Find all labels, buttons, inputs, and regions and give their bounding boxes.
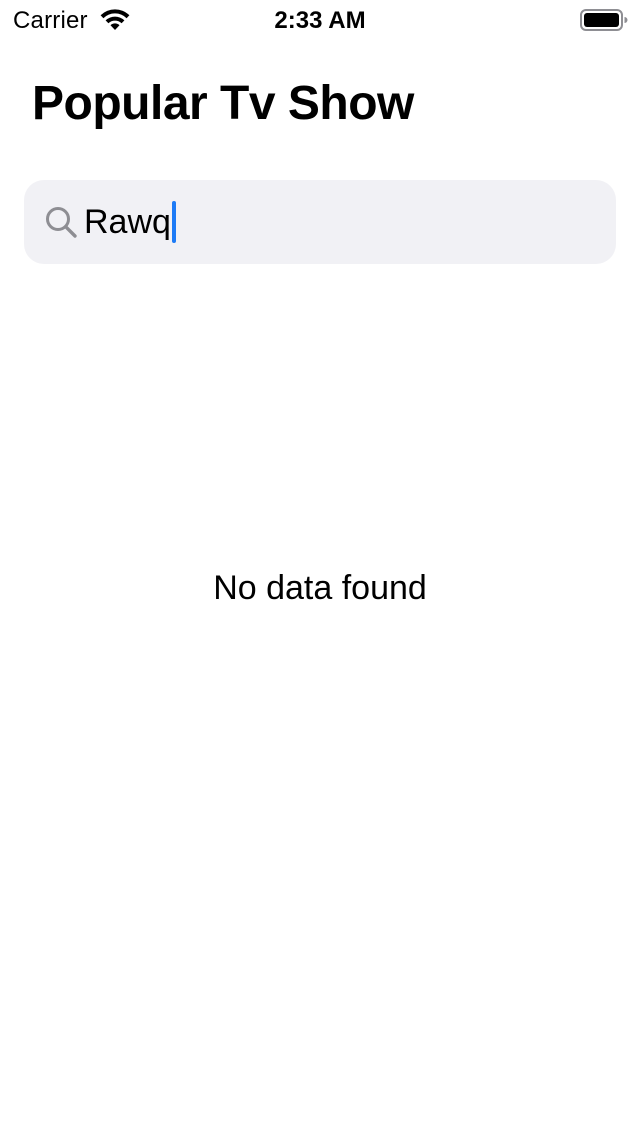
text-cursor xyxy=(171,201,176,243)
search-input-value: Rawq xyxy=(84,203,171,241)
battery-icon xyxy=(580,9,628,31)
search-bar[interactable]: Rawq xyxy=(24,180,616,264)
page-title: Popular Tv Show xyxy=(32,77,414,130)
status-time: 2:33 AM xyxy=(274,7,366,34)
search-input[interactable]: Rawq xyxy=(84,198,176,246)
empty-state-message: No data found xyxy=(213,569,427,607)
status-bar: Carrier 2:33 AM xyxy=(0,0,640,40)
search-icon xyxy=(46,207,77,238)
